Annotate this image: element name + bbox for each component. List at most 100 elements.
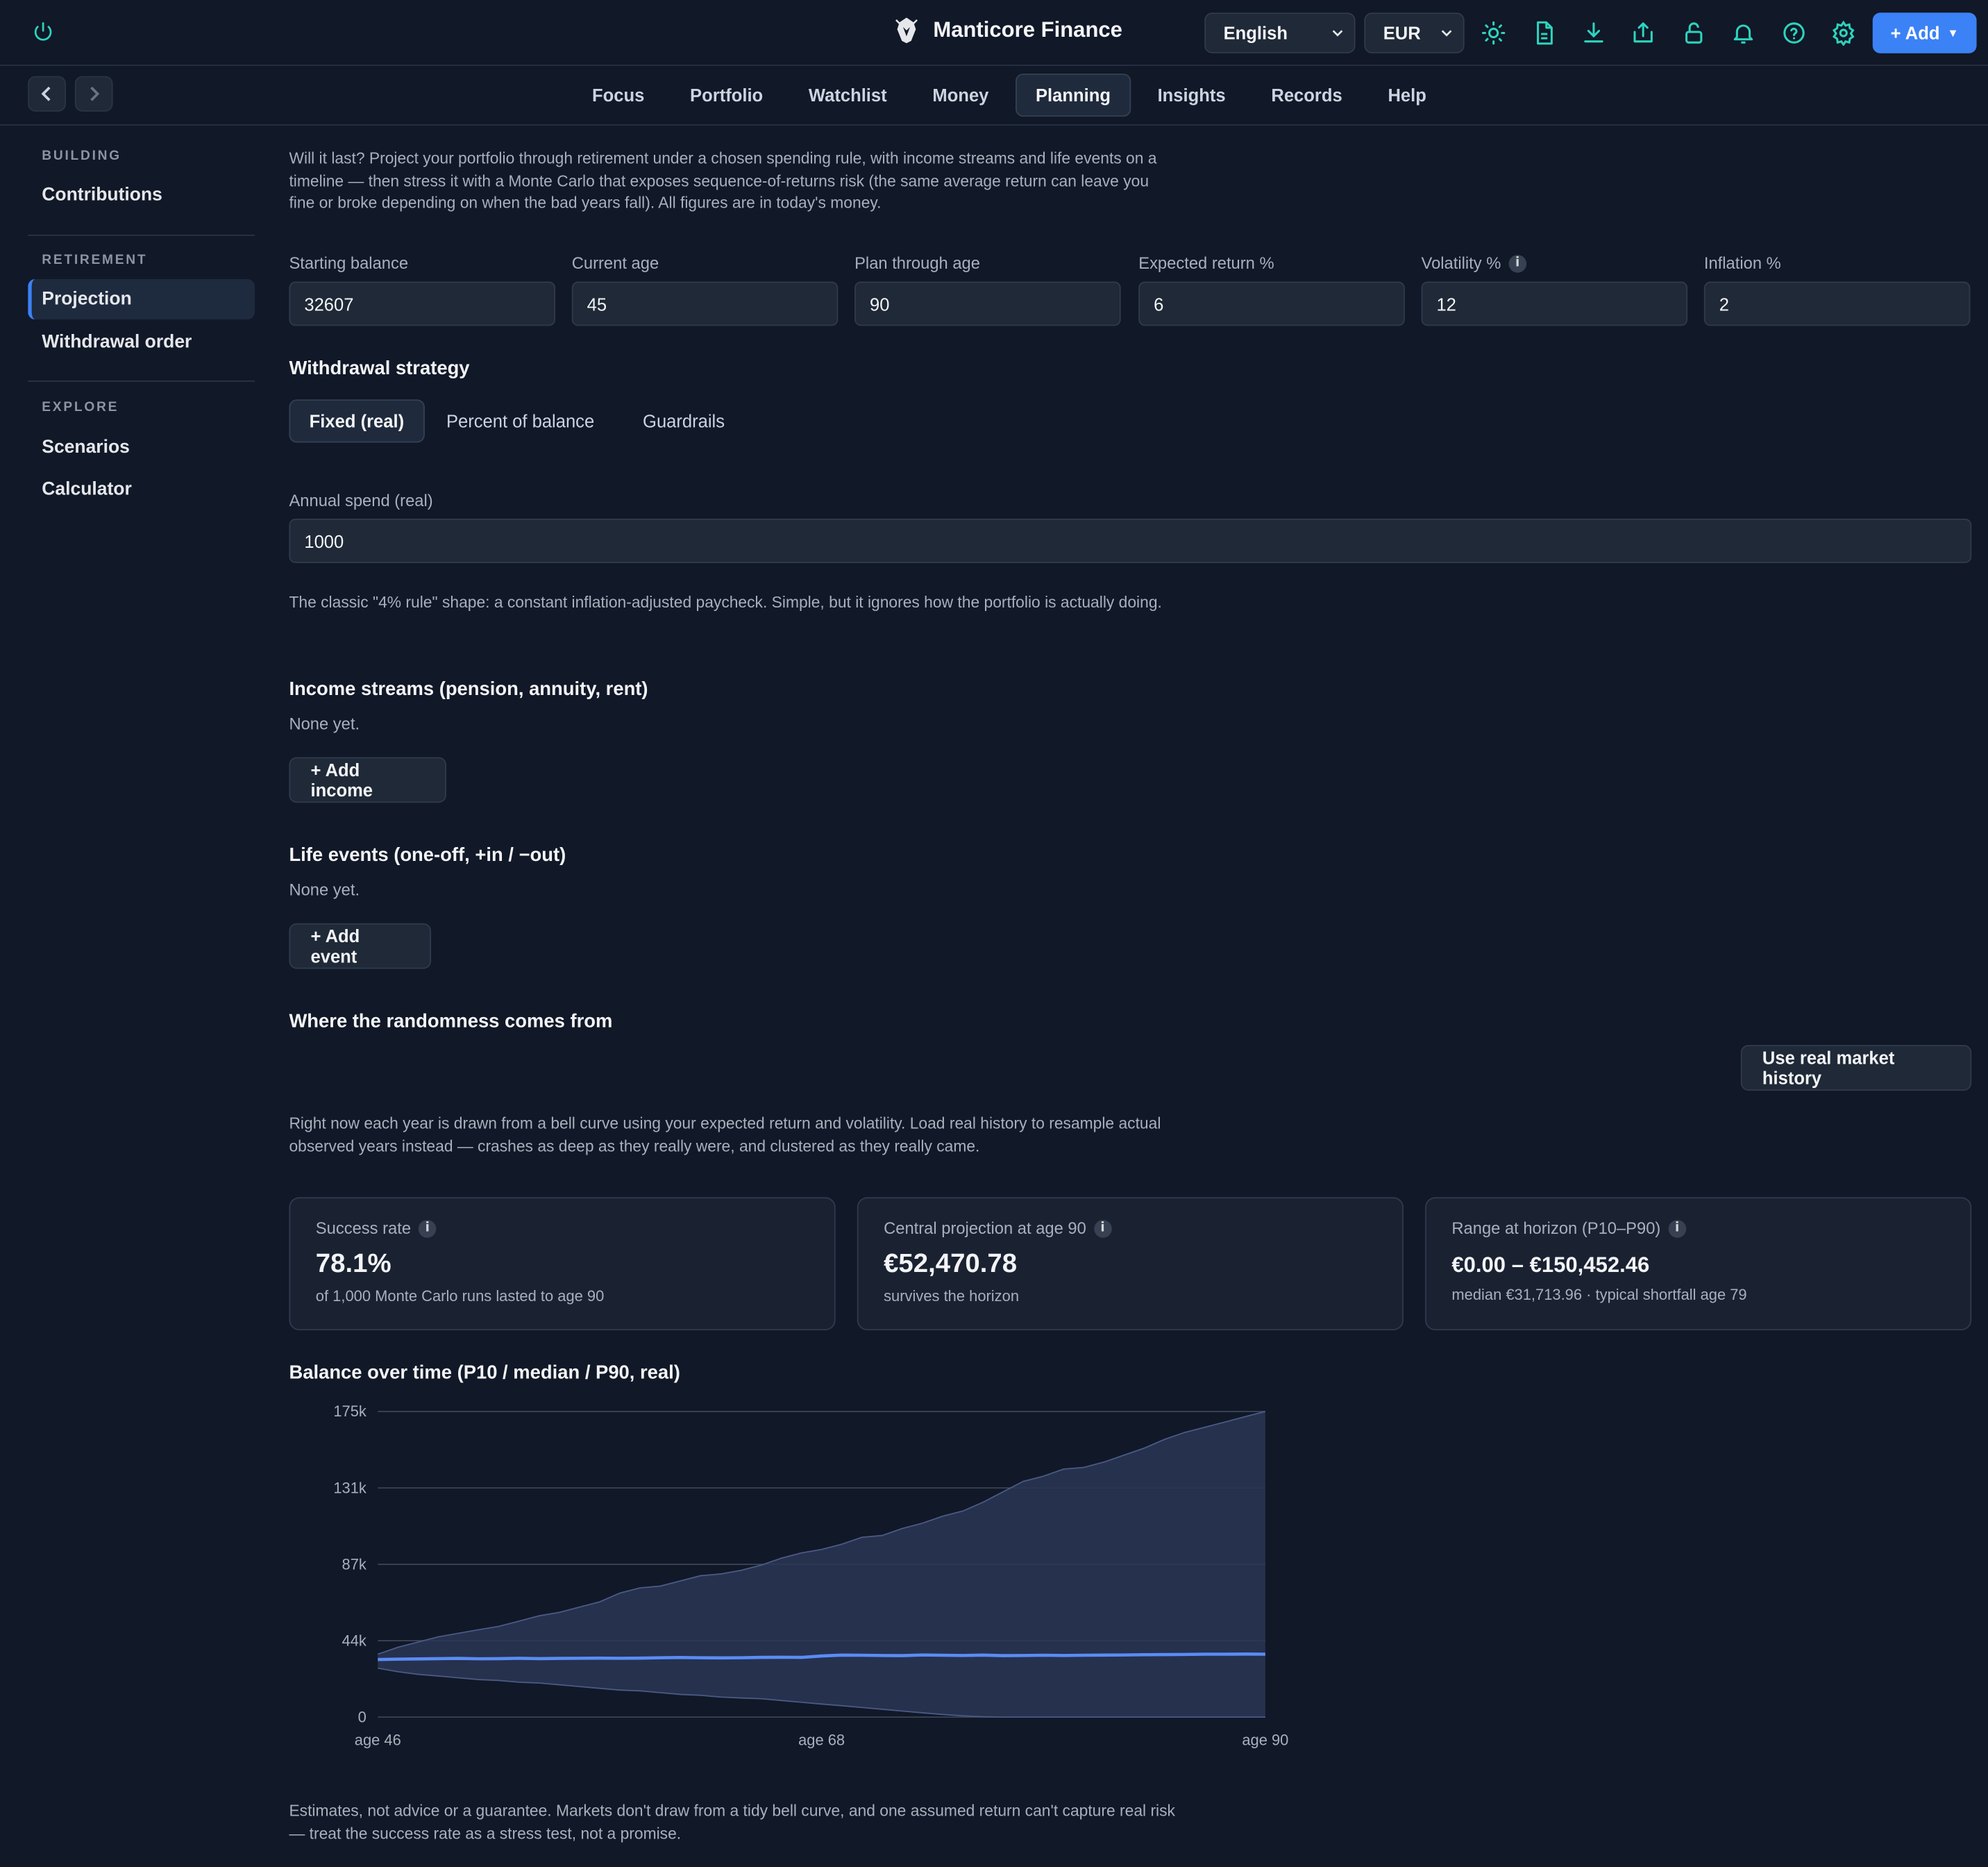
range-value: €0.00 – €150,452.46 [1451,1253,1650,1278]
strategy-option-guardrails[interactable]: Guardrails [624,399,744,442]
info-icon[interactable]: i [1668,1219,1686,1237]
sidebar-group-explore: EXPLORE [42,399,119,415]
info-icon[interactable]: i [1508,254,1526,272]
central-projection-card: Central projection at age 90 i €52,470.78… [857,1197,1404,1331]
y-tick-label: 87k [342,1555,367,1573]
field-label: Expected return % [1138,253,1274,273]
withdrawal-strategy-heading: Withdrawal strategy [289,358,470,380]
tab-focus[interactable]: Focus [573,74,664,117]
add-button[interactable]: + Add ▼ [1872,12,1977,53]
inflation-label: Inflation % [1704,253,1781,272]
sidebar-item-withdrawal-order[interactable]: Withdrawal order [28,322,255,362]
chevron-down-icon [1332,30,1343,37]
plan-through-age-input[interactable] [854,281,1121,326]
tab-watchlist[interactable]: Watchlist [790,74,907,117]
card-subtitle: of 1,000 Monte Carlo runs lasted to age … [315,1287,605,1305]
card-title: Central projection at age 90 [884,1219,1086,1238]
tab-help[interactable]: Help [1369,74,1445,117]
manticore-logo-icon [895,17,918,44]
y-tick-label: 175k [333,1403,367,1420]
download-icon[interactable] [1581,20,1607,46]
currency-value: EUR [1383,22,1421,44]
success-rate-card: Success rate i 78.1% of 1,000 Monte Carlo… [289,1197,836,1331]
main-tabs: Focus Portfolio Watchlist Money Planning… [573,73,1446,117]
current-age-input[interactable] [571,281,839,326]
card-subtitle: median €31,713.96 · typical shortfall ag… [1451,1286,1747,1304]
y-tick-label: 0 [358,1708,367,1725]
y-tick-label: 131k [333,1479,367,1496]
card-title: Success rate [315,1219,412,1238]
forward-button[interactable] [74,76,113,112]
sidebar-item-scenarios[interactable]: Scenarios [28,428,255,468]
app-title: Manticore Finance [933,17,1122,42]
nav-bar: Focus Portfolio Watchlist Money Planning… [0,66,1988,126]
info-icon[interactable]: i [419,1219,437,1237]
top-bar: Manticore Finance English EUR + Add ▼ [0,0,1988,66]
disclaimer-text: Estimates, not advice or a guarantee. Ma… [289,1802,1175,1843]
expected-return-input[interactable] [1138,281,1405,326]
add-income-button[interactable]: + Add income [289,757,446,803]
info-icon[interactable]: i [1093,1219,1112,1237]
tab-insights[interactable]: Insights [1138,74,1245,117]
chevron-right-icon [90,86,100,101]
events-empty-text: None yet. [289,880,360,900]
sidebar-divider [28,380,255,382]
card-title: Range at horizon (P10–P90) [1451,1219,1661,1238]
expected-return-label: Expected return % [1138,253,1274,272]
gear-icon[interactable] [1831,20,1857,46]
chevron-left-icon [41,86,51,101]
tab-money[interactable]: Money [913,74,1008,117]
unlock-icon[interactable] [1681,20,1707,46]
document-icon[interactable] [1531,20,1557,46]
strategy-option-percent[interactable]: Percent of balance [428,399,614,442]
income-empty-text: None yet. [289,714,360,733]
sidebar-group-retirement: RETIREMENT [42,252,148,268]
tab-planning[interactable]: Planning [1015,73,1131,117]
currency-select[interactable]: EUR [1364,12,1465,53]
x-tick-label: age 46 [355,1731,401,1748]
volatility-input[interactable] [1421,281,1688,326]
income-streams-heading: Income streams (pension, annuity, rent) [289,678,648,701]
field-label: Plan through age [854,253,980,273]
balance-chart: 0 44k 87k 131k 175k age 46 age 68 age 90 [333,1403,1288,1748]
tab-records[interactable]: Records [1252,74,1361,117]
add-button-label: + Add [1890,22,1940,44]
caret-down-icon: ▼ [1947,26,1959,40]
central-projection-value: €52,470.78 [884,1249,1018,1279]
current-age-label: Current age [572,253,659,272]
intro-text: Will it last? Project your portfolio thr… [289,149,1157,212]
range-at-horizon-card: Range at horizon (P10–P90) i €0.00 – €150… [1425,1197,1972,1331]
annual-spend-label: Annual spend (real) [289,490,433,510]
sun-icon[interactable] [1481,20,1506,46]
sidebar-item-calculator[interactable]: Calculator [28,469,255,510]
starting-balance-input[interactable] [289,281,556,326]
add-event-button[interactable]: + Add event [289,923,432,969]
language-select[interactable]: English [1204,12,1356,53]
card-subtitle: survives the horizon [884,1287,1020,1305]
share-icon[interactable] [1631,20,1656,46]
annual-spend-input[interactable] [289,519,1972,563]
help-icon[interactable] [1781,20,1807,46]
life-events-heading: Life events (one-off, +in / −out) [289,844,566,866]
back-button[interactable] [28,76,66,112]
use-real-market-history-button[interactable]: Use real market history [1740,1045,1972,1091]
power-icon[interactable] [32,20,55,43]
strategy-option-fixed[interactable]: Fixed (real) [289,399,425,443]
sidebar-group-building: BUILDING [42,148,121,164]
brand: Manticore Finance [893,15,1122,46]
x-tick-label: age 68 [798,1731,845,1748]
success-rate-value: 78.1% [315,1249,391,1279]
tab-portfolio[interactable]: Portfolio [671,74,782,117]
chart-title: Balance over time (P10 / median / P90, r… [289,1362,680,1384]
sidebar-item-projection[interactable]: Projection [28,278,255,320]
inflation-input[interactable] [1703,281,1971,326]
x-tick-label: age 90 [1242,1731,1288,1748]
field-label: Starting balance [289,253,409,273]
chevron-down-icon [1441,30,1452,37]
field-label: Inflation % [1703,253,1781,273]
sidebar-item-contributions[interactable]: Contributions [28,175,255,215]
field-label: Current age [571,253,659,273]
starting-balance-label: Starting balance [289,253,408,272]
bell-icon[interactable] [1730,20,1756,46]
y-tick-label: 44k [342,1632,367,1649]
